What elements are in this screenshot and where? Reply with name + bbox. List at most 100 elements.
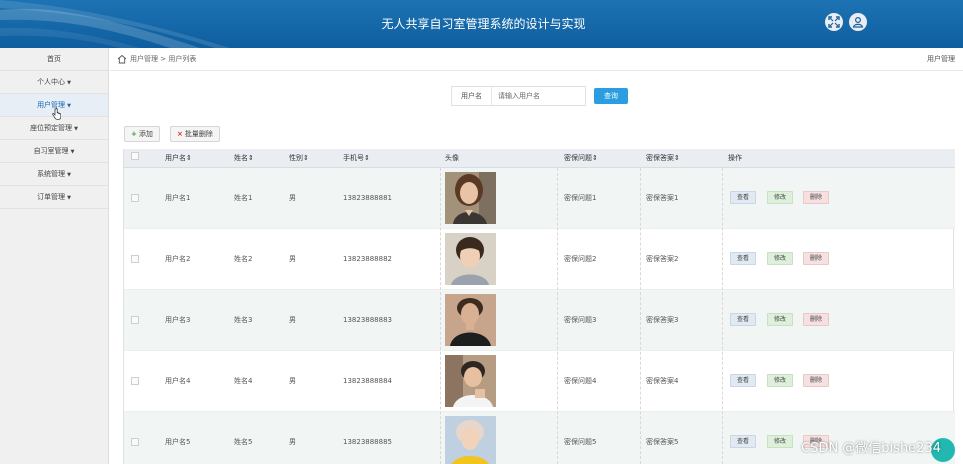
home-icon[interactable] — [117, 54, 127, 64]
sidebar-item-home[interactable]: 首页 — [0, 48, 108, 71]
view-button[interactable]: 查看 — [730, 191, 757, 204]
breadcrumb: 用户管理 > 用户列表 用户管理 — [110, 48, 963, 71]
row-checkbox[interactable] — [131, 316, 139, 324]
username-search-input[interactable] — [492, 92, 582, 100]
sidebar-item-label: 订单管理 — [37, 193, 66, 201]
user-table: 用户名⇕ 姓名⇕ 性别⇕ 手机号⇕ 头像 密保问题⇕ 密保答案⇕ 操作 用户名1… — [123, 149, 955, 464]
column-header-username[interactable]: 用户名⇕ — [165, 149, 192, 168]
view-button[interactable]: 查看 — [730, 374, 757, 387]
top-header: 无人共享自习室管理系统的设计与实现 — [0, 0, 963, 48]
user-glyph — [852, 16, 864, 28]
edit-button[interactable]: 修改 — [767, 313, 794, 326]
sidebar-item-label: 个人中心 — [37, 78, 66, 86]
delete-button[interactable]: 删除 — [803, 313, 830, 326]
sidebar-item-label: 自习室管理 — [33, 147, 69, 155]
sidebar-item-orders[interactable]: 订单管理 ▼ — [0, 186, 108, 209]
sidebar-item-label: 首页 — [47, 55, 61, 63]
avatar-photo-3 — [445, 294, 496, 346]
caret-down-icon: ▼ — [67, 103, 71, 109]
column-header-name[interactable]: 姓名⇕ — [234, 149, 254, 168]
column-header-gender[interactable]: 性别⇕ — [289, 149, 309, 168]
row-checkbox[interactable] — [131, 255, 139, 263]
cell-gender: 男 — [289, 255, 296, 263]
user-profile-icon[interactable] — [849, 13, 867, 31]
caret-down-icon: ▼ — [67, 80, 71, 86]
search-label: 用户名 — [452, 87, 492, 105]
column-header-actions: 操作 — [728, 154, 742, 162]
column-header-phone[interactable]: 手机号⇕ — [343, 149, 370, 168]
cell-security-question: 密保问题5 — [564, 438, 597, 446]
cell-security-answer: 密保答案5 — [646, 438, 679, 446]
fullscreen-icon[interactable] — [825, 13, 843, 31]
view-button[interactable]: 查看 — [730, 252, 757, 265]
cell-phone: 13823888884 — [343, 377, 392, 385]
column-header-avatar: 头像 — [445, 154, 459, 162]
view-button[interactable]: 查看 — [730, 313, 757, 326]
column-header-security-question[interactable]: 密保问题⇕ — [564, 149, 598, 168]
caret-down-icon: ▼ — [67, 172, 71, 178]
table-row: 用户名2 姓名2 男 13823888882 密保问题2 密保答案2 查看 修改… — [124, 229, 955, 290]
row-checkbox[interactable] — [131, 377, 139, 385]
table-header: 用户名⇕ 姓名⇕ 性别⇕ 手机号⇕ 头像 密保问题⇕ 密保答案⇕ 操作 — [124, 149, 955, 168]
table-row: 用户名3 姓名3 男 13823888883 密保问题3 密保答案3 查看 修改… — [124, 290, 955, 351]
sidebar: 首页 个人中心 ▼ 用户管理 ▼ 座位预定管理 ▼ 自习室管理 ▼ 系统管理 ▼ 订单管理… — [0, 48, 109, 464]
caret-down-icon: ▼ — [70, 149, 75, 155]
cell-username: 用户名4 — [165, 377, 191, 385]
table-row: 用户名1 姓名1 男 13823888881 密保问题1 密保答案1 查看 修改… — [124, 168, 955, 229]
delete-button[interactable]: 删除 — [803, 374, 830, 387]
cell-gender: 男 — [289, 316, 296, 324]
cell-phone: 13823888881 — [343, 194, 392, 202]
column-divider — [557, 168, 558, 464]
row-checkbox[interactable] — [131, 438, 139, 446]
sidebar-item-seat-booking[interactable]: 座位预定管理 ▼ — [0, 117, 108, 140]
cell-username: 用户名5 — [165, 438, 191, 446]
avatar-photo-1 — [445, 172, 496, 224]
cell-security-question: 密保问题1 — [564, 194, 597, 202]
sidebar-item-label: 系统管理 — [37, 170, 66, 178]
watermark: CSDN @微信bishe234 — [801, 441, 941, 456]
cell-security-answer: 密保答案4 — [646, 377, 679, 385]
sidebar-item-user-management[interactable]: 用户管理 ▼ — [0, 94, 108, 120]
cell-security-question: 密保问题4 — [564, 377, 597, 385]
sidebar-item-study-room[interactable]: 自习室管理 ▼ — [0, 140, 108, 163]
cell-security-answer: 密保答案3 — [646, 316, 679, 324]
breadcrumb-path[interactable]: 用户管理 > 用户列表 — [130, 48, 196, 71]
view-button[interactable]: 查看 — [730, 435, 757, 448]
cell-name: 姓名2 — [234, 255, 253, 263]
edit-button[interactable]: 修改 — [767, 435, 794, 448]
breadcrumb-current: 用户管理 — [927, 55, 955, 63]
edit-button[interactable]: 修改 — [767, 252, 794, 265]
table-row: 用户名4 姓名4 男 13823888884 密保问题4 密保答案4 查看 修改… — [124, 351, 955, 412]
add-button-label: 添加 — [138, 130, 153, 138]
cell-phone: 13823888885 — [343, 438, 392, 446]
cell-gender: 男 — [289, 438, 296, 446]
avatar — [445, 355, 496, 407]
select-all-checkbox[interactable] — [131, 152, 139, 160]
delete-button[interactable]: 删除 — [803, 252, 830, 265]
cell-phone: 13823888883 — [343, 316, 392, 324]
column-divider — [640, 168, 641, 464]
avatar-photo-4 — [445, 355, 496, 407]
cell-name: 姓名3 — [234, 316, 253, 324]
row-checkbox[interactable] — [131, 194, 139, 202]
cell-name: 姓名5 — [234, 438, 253, 446]
column-header-security-answer[interactable]: 密保答案⇕ — [646, 149, 680, 168]
add-button[interactable]: + 添加 — [124, 126, 160, 142]
cell-name: 姓名4 — [234, 377, 253, 385]
sidebar-item-system[interactable]: 系统管理 ▼ — [0, 163, 108, 186]
batch-delete-button[interactable]: × 批量删除 — [170, 126, 220, 142]
cell-security-question: 密保问题2 — [564, 255, 597, 263]
sidebar-item-label: 座位预定管理 — [30, 124, 73, 132]
search-form: 用户名 — [451, 86, 586, 106]
plus-icon: + — [131, 130, 137, 138]
cell-username: 用户名3 — [165, 316, 191, 324]
search-button[interactable]: 查询 — [594, 88, 628, 104]
cell-gender: 男 — [289, 377, 296, 385]
edit-button[interactable]: 修改 — [767, 374, 794, 387]
sidebar-item-personal-center[interactable]: 个人中心 ▼ — [0, 71, 108, 94]
app-title: 无人共享自习室管理系统的设计与实现 — [381, 17, 586, 31]
delete-button[interactable]: 删除 — [803, 191, 830, 204]
edit-button[interactable]: 修改 — [767, 191, 794, 204]
avatar-photo-5 — [445, 416, 496, 464]
avatar — [445, 416, 496, 464]
